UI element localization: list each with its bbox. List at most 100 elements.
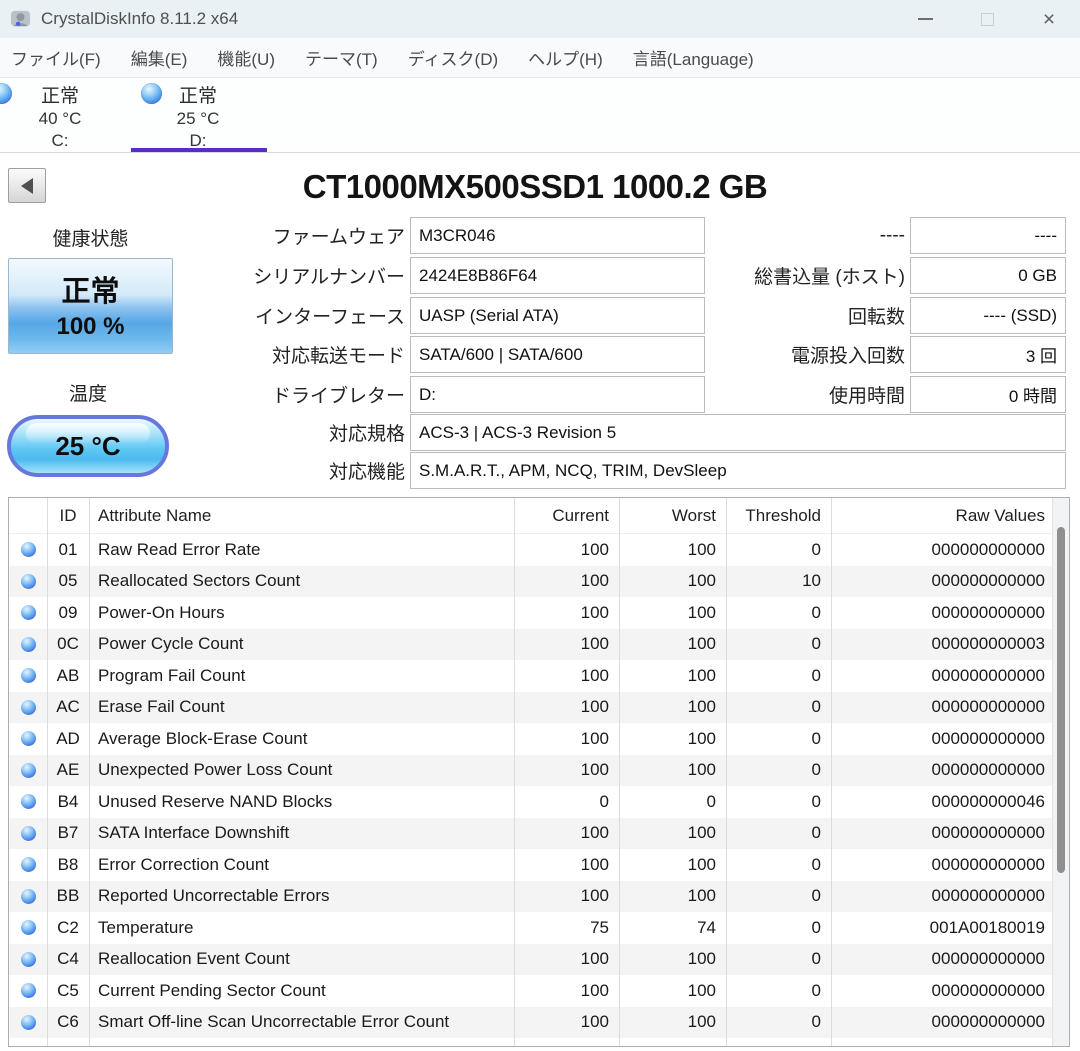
- cell-name: Unused Reserve NAND Blocks: [98, 791, 333, 811]
- field-label: ファームウェア: [272, 227, 405, 248]
- table-row[interactable]: C6 Smart Off-line Scan Uncorrectable Erro…: [9, 1006, 1069, 1039]
- field-power-on-hours: 使用時間 0 時間: [600, 376, 1066, 413]
- menu-help[interactable]: ヘルプ(H): [513, 38, 618, 78]
- menu-disk[interactable]: ディスク(D): [393, 38, 513, 78]
- menu-theme[interactable]: テーマ(T): [290, 38, 393, 78]
- cell-raw: 000000000046: [931, 791, 1045, 811]
- field-label: シリアルナンバー: [253, 267, 405, 288]
- cell-worst: 100: [687, 728, 716, 748]
- minimize-icon: [917, 18, 933, 20]
- table-row[interactable]: C2 Temperature 75 74 0 001A00180019: [9, 912, 1069, 944]
- cell-raw: 000000000000: [931, 1012, 1045, 1032]
- status-orb-icon: [9, 975, 47, 1007]
- drive-model-title: CT1000MX500SSD1 1000.2 GB: [302, 168, 768, 205]
- table-row[interactable]: AE Unexpected Power Loss Count 100 100 0 0000…: [9, 754, 1069, 787]
- status-orb-icon: [9, 534, 47, 566]
- status-orb-icon: [9, 849, 47, 881]
- cell-current: 75: [590, 917, 609, 937]
- table-row[interactable]: B4 Unused Reserve NAND Blocks 0 0 0 000000000…: [9, 786, 1069, 818]
- table-row[interactable]: AC Erase Fail Count 100 100 0 000000000000: [9, 691, 1069, 723]
- table-row[interactable]: B8 Error Correction Count 100 100 0 000000000…: [9, 849, 1069, 881]
- field-power-on-count: 電源投入回数 3 回: [600, 336, 1066, 373]
- cell-id: B7: [57, 823, 79, 843]
- status-orb-icon: [9, 912, 47, 944]
- table-row[interactable]: AD Average Block-Erase Count 100 100 0 000000…: [9, 723, 1069, 755]
- minimize-button[interactable]: [894, 0, 956, 38]
- field-blank: ---- ----: [600, 217, 1066, 254]
- cell-raw: 000000000000: [931, 697, 1045, 717]
- temperature-value: 25 °C: [55, 430, 121, 461]
- cell-id: 01: [58, 539, 78, 559]
- cell-current: 100: [580, 571, 609, 591]
- cell-raw: 000000000000: [931, 949, 1045, 969]
- cell-id: C4: [57, 949, 79, 969]
- table-row[interactable]: B7 SATA Interface Downshift 100 100 0 0000000…: [9, 817, 1069, 849]
- cell-name: Program Fail Count: [98, 665, 246, 685]
- close-icon: ×: [1042, 7, 1056, 31]
- cell-name: Reported Uncorrectable Errors: [98, 886, 330, 906]
- cell-id: AC: [56, 697, 80, 717]
- table-row[interactable]: 0C Power Cycle Count 100 100 0 000000000003: [9, 628, 1069, 660]
- drive-tab-c[interactable]: 正常 40 °C C:: [0, 79, 128, 152]
- cell-current: 100: [580, 539, 609, 559]
- cell-threshold: 0: [811, 886, 821, 906]
- menu-function[interactable]: 機能(U): [202, 38, 290, 78]
- cell-worst: 100: [687, 571, 716, 591]
- cell-threshold: 0: [811, 760, 821, 780]
- field-value-box: ----: [910, 217, 1066, 254]
- cell-worst: 0: [706, 791, 716, 811]
- cell-threshold: 0: [811, 917, 821, 937]
- field-label: 総書込量 (ホスト): [754, 267, 905, 288]
- cell-name: Raw Read Error Rate: [98, 539, 261, 559]
- previous-disk-button[interactable]: [8, 168, 46, 203]
- cell-current: 100: [580, 823, 609, 843]
- cell-current: 100: [580, 602, 609, 622]
- cell-raw: 000000000000: [931, 854, 1045, 874]
- cell-raw: 000000000000: [931, 571, 1045, 591]
- cell-raw: 000000000000: [931, 728, 1045, 748]
- table-row[interactable]: C5 Current Pending Sector Count 100 100 0 000…: [9, 975, 1069, 1007]
- close-button[interactable]: ×: [1018, 0, 1080, 38]
- cell-threshold: 0: [811, 728, 821, 748]
- table-scrollbar[interactable]: [1052, 498, 1069, 1046]
- header-current: Current: [552, 505, 609, 525]
- menu-edit[interactable]: 編集(E): [116, 38, 203, 78]
- menu-language[interactable]: 言語(Language): [618, 38, 769, 78]
- cell-threshold: 0: [811, 697, 821, 717]
- cell-raw: 000000000000: [931, 760, 1045, 780]
- tab-temperature: 25 °C: [176, 109, 220, 128]
- status-orb-icon: [9, 660, 47, 692]
- table-row[interactable]: 09 Power-On Hours 100 100 0 000000000000: [9, 597, 1069, 629]
- status-orb-icon: [9, 1007, 47, 1039]
- field-label: 対応転送モード: [271, 346, 405, 367]
- cell-id: 05: [58, 571, 78, 591]
- table-row[interactable]: BB Reported Uncorrectable Errors 100 100 0 00…: [9, 880, 1069, 912]
- header-attribute-name: Attribute Name: [98, 505, 212, 525]
- header-worst: Worst: [671, 505, 716, 525]
- cell-id: C6: [57, 1012, 79, 1032]
- cell-threshold: 0: [811, 949, 821, 969]
- field-value-box: ---- (SSD): [910, 297, 1066, 334]
- cell-current: 100: [580, 665, 609, 685]
- menu-file[interactable]: ファイル(F): [0, 38, 116, 78]
- cell-name: Reallocation Event Count: [98, 949, 290, 969]
- drive-tab-d[interactable]: 正常 25 °C D:: [130, 79, 266, 152]
- table-row[interactable]: AB Program Fail Count 100 100 0 000000000000: [9, 660, 1069, 692]
- maximize-button[interactable]: [956, 0, 1018, 38]
- table-row[interactable]: C4 Reallocation Event Count 100 100 0 0000000…: [9, 943, 1069, 975]
- tab-drive-letter: C:: [51, 131, 69, 150]
- cell-current: 100: [580, 886, 609, 906]
- cell-worst: 100: [687, 886, 716, 906]
- cell-worst: 100: [687, 602, 716, 622]
- tab-temperature: 40 °C: [38, 109, 82, 128]
- cell-raw: 000000000000: [931, 886, 1045, 906]
- cell-id: AE: [56, 760, 80, 780]
- cell-raw: 000000000000: [931, 823, 1045, 843]
- scrollbar-thumb[interactable]: [1057, 527, 1065, 873]
- table-row[interactable]: 01 Raw Read Error Rate 100 100 0 000000000000: [9, 534, 1069, 566]
- selected-tab-indicator: [131, 148, 267, 152]
- table-row[interactable]: 05 Reallocated Sectors Count 100 100 10 00000…: [9, 565, 1069, 597]
- status-orb-icon: [9, 755, 47, 787]
- field-rotation-rate: 回転数 ---- (SSD): [600, 297, 1066, 334]
- cell-worst: 100: [687, 823, 716, 843]
